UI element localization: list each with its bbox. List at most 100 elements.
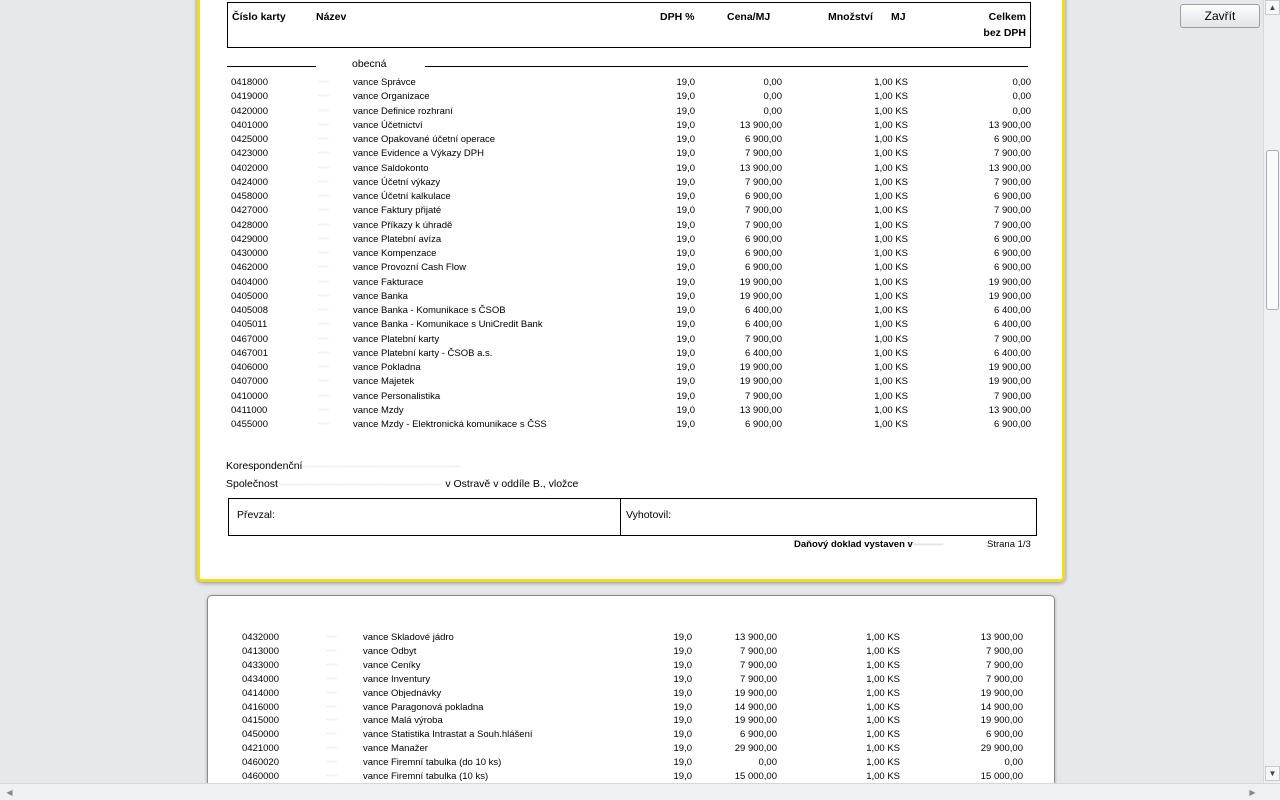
vertical-scrollbar[interactable]: ▲ ▼ bbox=[1263, 0, 1280, 783]
item-name: vance Mzdy - Elektronická komunikace s Č… bbox=[353, 419, 547, 430]
item-name: vance Statistika Intrastat a Souh.hlášen… bbox=[363, 729, 533, 741]
col-card-no: Číslo karty bbox=[232, 11, 286, 23]
item-name: vance Malá výroba bbox=[363, 715, 443, 727]
item-code: 0404000 bbox=[231, 276, 268, 288]
item-name: vance Pokladna bbox=[353, 362, 421, 373]
item-vat: 19,0 bbox=[676, 91, 696, 103]
item-unit-price: 7 900,00 bbox=[745, 390, 782, 402]
redacted-text: ····· bbox=[326, 632, 337, 641]
item-qty: 1,00 KS bbox=[874, 119, 908, 131]
item-name: vance Organizace bbox=[353, 91, 430, 103]
item-total: 6 900,00 bbox=[994, 191, 1031, 202]
item-unit-price: 15 000,00 bbox=[734, 771, 777, 782]
redacted-text: ····· bbox=[318, 333, 329, 343]
item-name: vance Příkazy k úhradě bbox=[353, 219, 453, 231]
item-total: 7 900,00 bbox=[986, 659, 1023, 671]
item-qty: 1,00 KS bbox=[874, 176, 908, 188]
report-page-2: ····· 0432000 vance Skladové jádro 19,0 13 9… bbox=[207, 595, 1055, 783]
scroll-right-icon[interactable]: ▶ bbox=[1245, 785, 1260, 800]
redacted-text: ····· bbox=[318, 376, 329, 386]
item-code: 0411000 bbox=[231, 404, 268, 416]
item-unit-price: 0,00 bbox=[763, 91, 783, 103]
item-code: 0419000 bbox=[231, 91, 268, 103]
item-unit-price: 6 900,00 bbox=[745, 191, 782, 202]
item-name: vance Ceníky bbox=[363, 659, 421, 671]
item-code: 0429000 bbox=[231, 233, 268, 245]
table-row: ····· 0421000 vance Manažer 19,0 29 900,00 1,… bbox=[208, 743, 1056, 755]
redacted-text: ····· bbox=[326, 715, 337, 725]
redacted-text: ····· bbox=[318, 205, 329, 215]
item-vat: 19,0 bbox=[676, 319, 696, 331]
redacted-text: ····· bbox=[326, 659, 337, 669]
redacted-text: ····· bbox=[326, 757, 337, 767]
item-name: vance Firemní tabulka (10 ks) bbox=[363, 771, 489, 782]
item-vat: 19,0 bbox=[673, 757, 693, 769]
item-name: vance Manažer bbox=[363, 743, 428, 755]
redacted-text: ····· bbox=[318, 419, 329, 428]
table-row: ····· 0425000 vance Opakované účetní opera… bbox=[200, 134, 1068, 146]
item-qty: 1,00 KS bbox=[866, 673, 900, 685]
item-vat: 19,0 bbox=[673, 673, 693, 685]
item-qty: 1,00 KS bbox=[874, 105, 908, 117]
item-total: 19 900,00 bbox=[980, 715, 1023, 727]
item-code: 0410000 bbox=[231, 390, 268, 402]
col-unit: MJ bbox=[891, 11, 906, 23]
item-code: 0407000 bbox=[231, 376, 268, 388]
item-qty: 1,00 KS bbox=[874, 77, 908, 88]
report-viewport: Číslo karty Název DPH % Cena/MJ Množství… bbox=[0, 0, 1263, 783]
item-code: 0460000 bbox=[242, 771, 279, 782]
table-row: ····· 0428000 vance Příkazy k úhradě 19,0 7 … bbox=[200, 220, 1068, 232]
item-total: 29 900,00 bbox=[980, 743, 1023, 755]
item-total: 6 400,00 bbox=[994, 319, 1031, 331]
item-code: 0416000 bbox=[242, 701, 279, 713]
scroll-left-icon[interactable]: ◀ bbox=[2, 785, 17, 800]
item-qty: 1,00 KS bbox=[874, 233, 908, 245]
item-name: vance Skladové jádro bbox=[363, 632, 454, 643]
item-unit-price: 13 900,00 bbox=[739, 404, 782, 416]
table-row: ····· 0419000 vance Organizace 19,0 0,00 1,00… bbox=[200, 91, 1068, 103]
item-code: 0450000 bbox=[242, 729, 279, 741]
item-vat: 19,0 bbox=[676, 233, 696, 245]
item-code: 0460020 bbox=[242, 757, 279, 769]
item-qty: 1,00 KS bbox=[874, 376, 908, 388]
table-row: ····· 0432000 vance Skladové jádro 19,0 13 9… bbox=[208, 632, 1056, 644]
horizontal-scrollbar[interactable]: ◀ ▶ bbox=[0, 783, 1280, 800]
signature-box: Převzal: Vyhotovil: bbox=[228, 498, 1037, 536]
item-name: vance Opakované účetní operace bbox=[353, 134, 496, 145]
table-row: ····· 0404000 vance Fakturace 19,0 19 900,00… bbox=[200, 277, 1068, 289]
scroll-down-icon[interactable]: ▼ bbox=[1265, 766, 1280, 781]
item-vat: 19,0 bbox=[676, 119, 696, 131]
item-total: 6 400,00 bbox=[994, 305, 1031, 316]
item-vat: 19,0 bbox=[673, 645, 693, 657]
scroll-up-icon[interactable]: ▲ bbox=[1265, 0, 1280, 15]
redacted-text: ····· bbox=[318, 219, 329, 229]
item-qty: 1,00 KS bbox=[866, 715, 900, 727]
item-unit-price: 7 900,00 bbox=[745, 205, 782, 217]
item-name: vance Účetnictví bbox=[353, 119, 423, 131]
vertical-scroll-thumb[interactable] bbox=[1266, 150, 1279, 310]
item-vat: 19,0 bbox=[676, 404, 696, 416]
item-vat: 19,0 bbox=[676, 276, 696, 288]
item-qty: 1,00 KS bbox=[874, 262, 908, 274]
item-vat: 19,0 bbox=[676, 362, 696, 373]
item-total: 19 900,00 bbox=[988, 290, 1031, 302]
item-unit-price: 19 900,00 bbox=[739, 290, 782, 302]
table-row: ····· 0407000 vance Majetek 19,0 19 900,00 1,… bbox=[200, 376, 1068, 388]
item-vat: 19,0 bbox=[676, 191, 696, 202]
redacted-text: ····· bbox=[318, 262, 329, 272]
item-code: 0421000 bbox=[242, 743, 279, 755]
item-vat: 19,0 bbox=[676, 347, 696, 359]
item-total: 7 900,00 bbox=[994, 205, 1031, 217]
item-vat: 19,0 bbox=[676, 134, 696, 145]
table-row: ····· 0424000 vance Účetní výkazy 19,0 7 900… bbox=[200, 177, 1068, 189]
close-button[interactable]: Zavřít bbox=[1180, 4, 1260, 28]
table-row: ····· 0455000 vance Mzdy - Elektronická ko… bbox=[200, 419, 1068, 431]
item-vat: 19,0 bbox=[676, 205, 696, 217]
item-unit-price: 19 900,00 bbox=[734, 687, 777, 699]
table-row: ····· 0402000 vance Saldokonto 19,0 13 900,0… bbox=[200, 163, 1068, 175]
group-label: obecná bbox=[352, 58, 387, 70]
item-unit-price: 7 900,00 bbox=[740, 673, 777, 685]
table-row: ····· 0405008 vance Banka - Komunikace s Č… bbox=[200, 305, 1068, 317]
redacted-text: ····· bbox=[326, 645, 337, 655]
table-row: ····· 0420000 vance Definice rozhraní 19,0 0… bbox=[200, 106, 1068, 118]
